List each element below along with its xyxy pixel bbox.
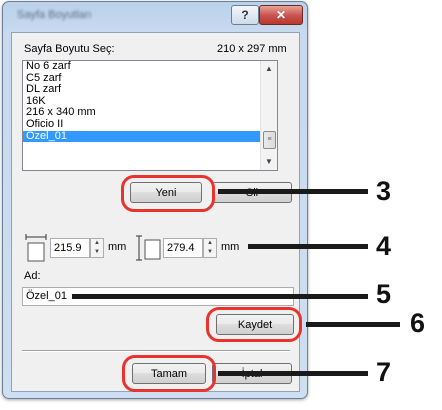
list-item-selected[interactable]: Özel_01	[23, 130, 277, 143]
help-button[interactable]: ?	[231, 5, 259, 25]
callout-leader-7	[218, 371, 368, 376]
window-title: Sayfa Boyutları	[17, 9, 92, 21]
spin-up-icon[interactable]: ▲	[91, 239, 103, 248]
height-stepper[interactable]: ▲ ▼	[203, 238, 217, 258]
callout-highlight-ok	[122, 355, 216, 392]
spin-up-icon[interactable]: ▲	[204, 239, 216, 248]
callout-number-6: 6	[410, 308, 426, 338]
callout-number-4: 4	[376, 231, 392, 261]
list-item[interactable]: DL zarf	[23, 84, 277, 96]
page-size-dimensions: 210 x 297 mm	[217, 43, 287, 55]
callout-leader-6	[306, 322, 400, 327]
list-item[interactable]: C5 zarf	[23, 72, 277, 85]
width-icon	[25, 234, 47, 262]
scroll-down-icon[interactable]: ▼	[261, 154, 277, 170]
callout-number-7: 7	[376, 357, 392, 387]
spin-down-icon[interactable]: ▼	[204, 248, 216, 257]
list-item[interactable]: No 6 zarf	[23, 61, 277, 73]
height-unit: mm	[221, 241, 240, 253]
callout-leader-3	[218, 189, 368, 194]
name-label: Ad:	[24, 270, 41, 282]
callout-highlight-save	[206, 307, 302, 342]
callout-number-3: 3	[376, 176, 392, 206]
width-field[interactable]: 215.9	[50, 238, 90, 258]
scroll-up-icon[interactable]: ▲	[261, 61, 277, 77]
callout-leader-5	[72, 294, 368, 299]
callout-highlight-new	[121, 175, 215, 212]
callout-leader-4	[248, 244, 368, 249]
width-unit: mm	[108, 241, 127, 253]
callout-number-5: 5	[376, 279, 392, 309]
page-size-list[interactable]: No 6 zarf C5 zarf DL zarf 16K 216 x 340 …	[22, 60, 278, 171]
height-icon	[136, 235, 161, 261]
close-button[interactable]: ✕	[259, 5, 303, 25]
width-stepper[interactable]: ▲ ▼	[90, 238, 104, 258]
height-field[interactable]: 279.4	[163, 238, 203, 258]
list-scrollbar[interactable]: ▲ ≡ ▼	[260, 61, 277, 170]
divider	[22, 350, 290, 352]
spin-down-icon[interactable]: ▼	[91, 248, 103, 257]
list-item[interactable]: Oficio II	[23, 118, 277, 131]
scroll-thumb[interactable]: ≡	[263, 131, 276, 149]
page-size-label: Sayfa Boyutu Seç:	[24, 43, 115, 55]
